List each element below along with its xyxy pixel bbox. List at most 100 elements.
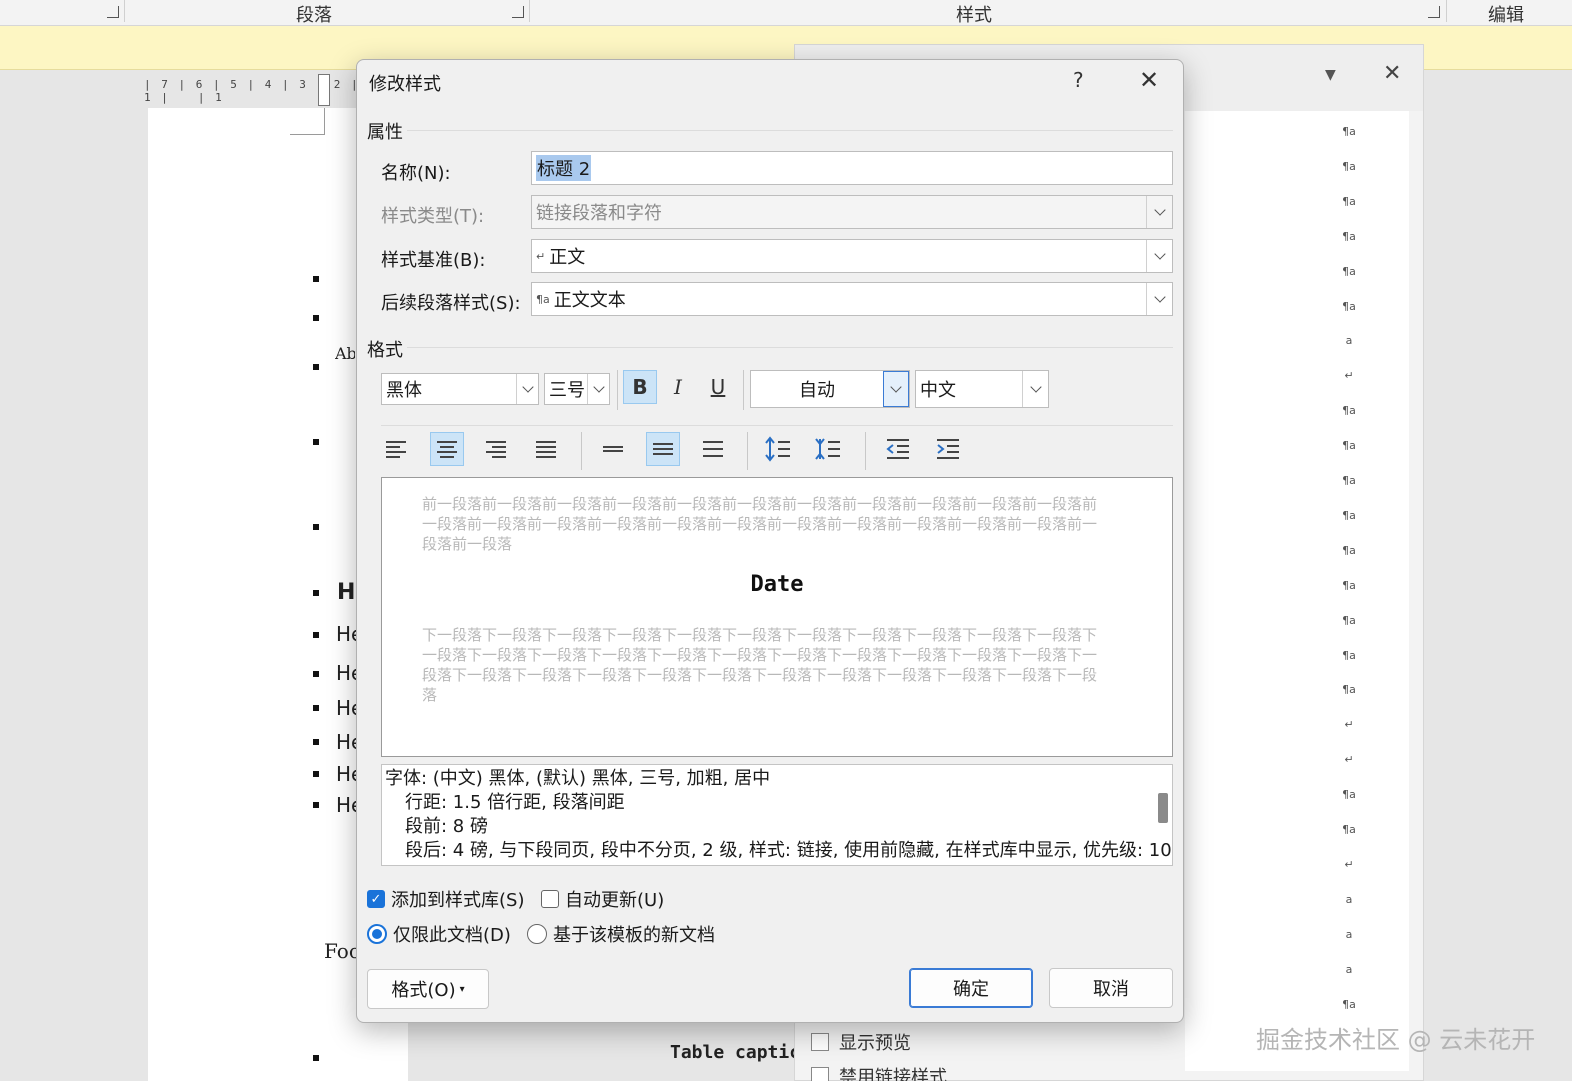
radio-selected-icon[interactable] xyxy=(367,924,387,944)
add-to-gallery-label: 添加到样式库(S) xyxy=(391,890,525,911)
style-type-select: 链接段落和字符 xyxy=(531,195,1173,229)
chevron-down-icon[interactable] xyxy=(1146,283,1172,315)
one-half-spacing-button[interactable] xyxy=(646,432,680,466)
script-select[interactable]: 中文 xyxy=(915,370,1049,408)
double-spacing-button[interactable] xyxy=(696,432,730,466)
ok-button[interactable]: 确定 xyxy=(909,968,1033,1008)
font-size-select[interactable]: 三号 xyxy=(544,373,610,405)
align-center-button[interactable] xyxy=(430,432,464,466)
chevron-down-icon xyxy=(1146,196,1172,228)
underline-button[interactable]: U xyxy=(701,370,735,404)
font-color-select[interactable]: 自动 xyxy=(750,370,910,408)
description-line: 段前: 8 磅 xyxy=(405,816,488,837)
linked-style-icon: ¶a xyxy=(1342,474,1356,487)
description-line: 字体: (中文) 黑体, (默认) 黑体, 三号, 加粗, 居中 xyxy=(385,768,771,789)
radio-unselected-icon[interactable] xyxy=(527,924,547,944)
auto-update-label: 自动更新(U) xyxy=(565,890,665,911)
paragraph-dialog-launcher-icon[interactable] xyxy=(512,6,524,18)
toolbar-separator xyxy=(617,370,618,410)
decrease-indent-button[interactable] xyxy=(881,432,915,466)
justify-icon xyxy=(536,440,556,458)
paragraph-style-icon: ↵ xyxy=(1344,857,1354,871)
section-divider xyxy=(381,425,1173,426)
style-type-value: 链接段落和字符 xyxy=(536,203,662,224)
linked-style-icon: ¶a xyxy=(1342,543,1356,557)
linked-style-icon: ¶a xyxy=(1342,823,1356,836)
italic-button[interactable]: I xyxy=(661,370,695,404)
font-select[interactable]: 黑体 xyxy=(381,373,539,405)
indent-marker-icon[interactable] xyxy=(318,74,330,106)
chevron-down-icon[interactable] xyxy=(587,374,609,404)
chevron-down-icon[interactable] xyxy=(516,374,538,404)
toolbar-separator xyxy=(743,370,744,410)
character-style-icon: a xyxy=(1345,927,1353,941)
close-icon[interactable]: ✕ xyxy=(1139,66,1159,94)
increase-paragraph-spacing-button[interactable] xyxy=(761,432,795,466)
checkbox-box[interactable] xyxy=(541,890,559,908)
font-color-value: 自动 xyxy=(799,380,835,401)
ribbon: 段落 样式 编辑 xyxy=(0,0,1572,26)
linked-style-icon: ¶a xyxy=(1342,648,1356,662)
format-button-label: 格式(O) xyxy=(391,980,456,1001)
add-to-gallery-checkbox[interactable]: ✓ 添加到样式库(S) xyxy=(367,886,524,912)
increase-indent-icon xyxy=(937,439,959,459)
style-description[interactable]: 字体: (中文) 黑体, (默认) 黑体, 三号, 加粗, 居中 行距: 1.5… xyxy=(381,764,1173,866)
font-value: 黑体 xyxy=(386,380,422,401)
decrease-paragraph-spacing-button[interactable] xyxy=(811,432,845,466)
new-documents-radio[interactable]: 基于该模板的新文档 xyxy=(527,921,715,947)
toolbar-separator xyxy=(581,432,582,470)
preview-sample-text: Date xyxy=(750,572,804,597)
linked-style-icon: ¶a xyxy=(1342,788,1356,802)
disable-linked-styles-checkbox[interactable]: 禁用链接样式 xyxy=(811,1063,947,1081)
align-center-icon xyxy=(437,440,457,458)
scrollbar-thumb[interactable] xyxy=(1158,793,1168,823)
doc-text-fragment: He xyxy=(336,730,356,754)
character-style-icon: a xyxy=(1345,334,1353,348)
section-properties: 属性 xyxy=(367,122,403,143)
horizontal-ruler[interactable]: | 7 | 6 | 5 | 4 | 3 | 2 | 1 | | 1 xyxy=(144,78,364,104)
next-style-select[interactable]: ¶a 正文文本 xyxy=(531,282,1173,316)
based-on-label: 样式基准(B): xyxy=(381,250,486,271)
list-bullet xyxy=(313,705,319,711)
margin-corner-mark xyxy=(290,108,325,135)
linked-style-icon: ¶a xyxy=(1342,229,1356,243)
ribbon-group-paragraph: 段落 xyxy=(296,5,332,26)
preview-next-paragraph: 下一段落下一段落下一段落下一段落下一段落下一段落下一段落下一段落下一段落下一段落… xyxy=(422,626,1098,704)
double-spacing-icon xyxy=(703,441,723,457)
format-menu-button[interactable]: 格式(O) ▾ xyxy=(367,969,489,1009)
align-right-button[interactable] xyxy=(479,432,513,466)
font-dialog-launcher-icon[interactable] xyxy=(107,6,119,18)
name-field[interactable]: 标题 2 xyxy=(531,151,1173,185)
cancel-button[interactable]: 取消 xyxy=(1049,968,1173,1008)
increase-indent-button[interactable] xyxy=(931,432,965,466)
list-bullet xyxy=(313,590,319,596)
justify-button[interactable] xyxy=(529,432,563,466)
chevron-down-icon[interactable] xyxy=(883,371,909,407)
auto-update-checkbox[interactable]: 自动更新(U) xyxy=(541,886,664,912)
pane-close-icon[interactable]: ✕ xyxy=(1383,61,1401,86)
checkbox-box[interactable] xyxy=(811,1067,829,1081)
chevron-down-icon[interactable] xyxy=(1146,240,1172,272)
linked-style-icon: ¶a xyxy=(1342,125,1356,138)
show-preview-checkbox[interactable]: 显示预览 xyxy=(811,1029,911,1055)
chevron-down-icon[interactable] xyxy=(1022,371,1048,407)
single-spacing-button[interactable] xyxy=(596,432,630,466)
bold-button[interactable]: B xyxy=(623,370,657,404)
pane-options-icon[interactable]: ▼ xyxy=(1325,67,1336,83)
checkbox-checked-icon[interactable]: ✓ xyxy=(367,890,385,908)
ribbon-separator xyxy=(124,0,125,22)
based-on-select[interactable]: ↵ 正文 xyxy=(531,239,1173,273)
list-bullet xyxy=(313,1055,319,1061)
styles-dialog-launcher-icon[interactable] xyxy=(1428,6,1440,18)
only-this-document-label: 仅限此文档(D) xyxy=(393,925,511,946)
list-bullet xyxy=(313,524,319,530)
styles-list[interactable] xyxy=(1185,111,1409,1071)
linked-style-icon: ¶a xyxy=(1342,508,1356,522)
character-style-icon: a xyxy=(1345,892,1353,906)
new-documents-label: 基于该模板的新文档 xyxy=(553,925,715,946)
checkbox-box[interactable] xyxy=(811,1033,829,1051)
increase-spacing-icon xyxy=(765,436,790,462)
help-icon[interactable]: ? xyxy=(1073,68,1084,92)
only-this-document-radio[interactable]: 仅限此文档(D) xyxy=(367,921,511,947)
align-left-button[interactable] xyxy=(379,432,413,466)
